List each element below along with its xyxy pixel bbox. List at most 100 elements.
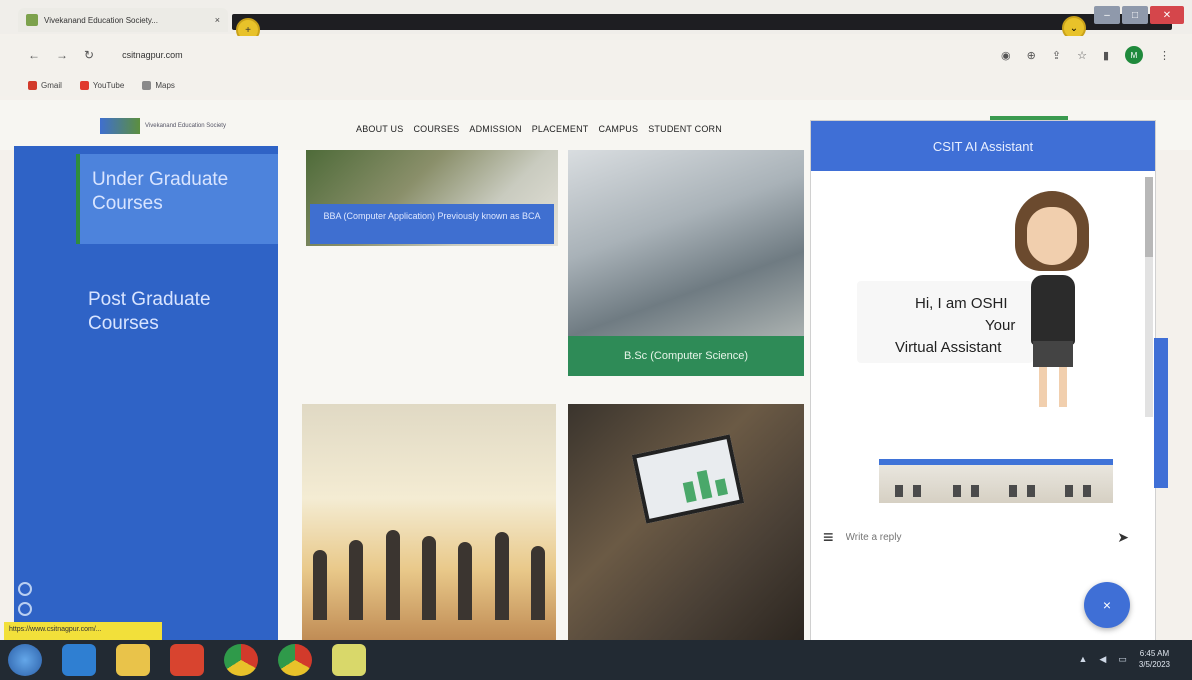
laptop-chart-bar bbox=[682, 481, 697, 503]
gmail-icon bbox=[28, 80, 37, 90]
nav-campus[interactable]: CAMPUS bbox=[599, 124, 639, 134]
bookmarks-bar: Gmail YouTube Maps bbox=[0, 74, 1192, 96]
minimize-button[interactable]: – bbox=[1094, 6, 1120, 24]
bookmark-youtube[interactable]: YouTube bbox=[79, 80, 125, 90]
building-window bbox=[1009, 485, 1017, 497]
site-logo[interactable]: Vivekanand Education Society bbox=[100, 114, 240, 138]
building-window bbox=[913, 485, 921, 497]
nav-about[interactable]: ABOUT US bbox=[356, 124, 403, 134]
building-window bbox=[953, 485, 961, 497]
browser-toolbar: ← → ↻ csitnagpur.com ◉ ⊕ ⇪ ☆ ▮ M ⋮ bbox=[0, 36, 1192, 74]
avatar-body bbox=[1031, 275, 1075, 345]
avatar-leg bbox=[1059, 367, 1067, 407]
favicon-icon bbox=[26, 14, 38, 26]
active-window-icon[interactable] bbox=[332, 644, 366, 676]
start-button-icon[interactable] bbox=[8, 644, 42, 676]
toolbar-actions: ◉ ⊕ ⇪ ☆ ▮ M ⋮ bbox=[1001, 46, 1170, 64]
volume-icon[interactable]: ◀ bbox=[1099, 654, 1106, 665]
laptop-chart-bar bbox=[714, 478, 728, 497]
nav-courses[interactable]: COURSES bbox=[413, 124, 459, 134]
system-clock[interactable]: 6:45 AM 3/5/2023 bbox=[1139, 648, 1170, 670]
youtube-icon bbox=[79, 80, 89, 90]
chat-scroll-thumb[interactable] bbox=[1145, 177, 1153, 257]
sidepanel-icon[interactable]: ▮ bbox=[1103, 49, 1109, 62]
site-nav: ABOUT US COURSES ADMISSION PLACEMENT CAM… bbox=[356, 124, 722, 134]
bookmark-gmail[interactable]: Gmail bbox=[28, 80, 62, 90]
reply-input[interactable] bbox=[845, 531, 1106, 543]
tab-close-icon[interactable]: × bbox=[215, 15, 220, 25]
share-icon[interactable]: ⇪ bbox=[1052, 49, 1061, 62]
nav-placement[interactable]: PLACEMENT bbox=[532, 124, 589, 134]
clock-time: 6:45 AM bbox=[1139, 649, 1170, 658]
person-silhouette bbox=[494, 532, 509, 620]
back-icon[interactable]: ← bbox=[28, 48, 40, 62]
greeting-line-1: Hi, I am OSHI bbox=[915, 295, 1008, 312]
bookmark-label: YouTube bbox=[92, 80, 125, 90]
person-silhouette bbox=[530, 546, 545, 620]
user-avatar[interactable]: M bbox=[1125, 46, 1143, 64]
more-menu-icon[interactable]: ⋮ bbox=[1159, 49, 1170, 62]
forward-icon[interactable]: → bbox=[56, 48, 68, 62]
maps-icon bbox=[142, 80, 152, 90]
battery-icon[interactable]: ▭ bbox=[1118, 654, 1127, 665]
internet-explorer-icon[interactable] bbox=[62, 644, 96, 676]
avatar-skirt bbox=[1033, 341, 1073, 367]
twitter-icon[interactable] bbox=[18, 602, 32, 616]
maximize-button[interactable]: □ bbox=[1122, 6, 1148, 24]
lens-icon[interactable]: ◉ bbox=[1001, 49, 1011, 62]
building-window bbox=[895, 485, 903, 497]
browser-tab[interactable]: Vivekanand Education Society... × bbox=[18, 8, 228, 32]
person-silhouette bbox=[313, 550, 328, 620]
chrome-active-icon[interactable] bbox=[278, 644, 312, 676]
bookmark-maps[interactable]: Maps bbox=[142, 80, 175, 90]
person-silhouette bbox=[385, 530, 400, 620]
people-silhouettes-image bbox=[302, 520, 556, 620]
nav-admission[interactable]: ADMISSION bbox=[469, 124, 521, 134]
nav-student-corner[interactable]: STUDENT CORN bbox=[648, 124, 722, 134]
hamburger-menu-icon[interactable]: ≡ bbox=[823, 527, 834, 548]
network-icon[interactable]: ▲ bbox=[1079, 654, 1088, 664]
page-scroll-accent bbox=[1154, 338, 1168, 488]
person-silhouette bbox=[421, 536, 436, 620]
laptop-image bbox=[631, 434, 745, 524]
reload-icon[interactable]: ↻ bbox=[84, 48, 94, 62]
courses-sidebar: Under Graduate Courses Post Graduate Cou… bbox=[14, 146, 278, 676]
send-icon[interactable]: ➤ bbox=[1117, 529, 1129, 546]
file-explorer-icon[interactable] bbox=[116, 644, 150, 676]
logo-text: Vivekanand Education Society bbox=[145, 122, 226, 129]
zoom-icon[interactable]: ⊕ bbox=[1027, 49, 1036, 62]
chat-composer: ≡ ➤ bbox=[811, 517, 1155, 557]
course-card-image-laptop[interactable] bbox=[568, 404, 804, 640]
tab-title: Vivekanand Education Society... bbox=[44, 15, 158, 25]
chat-header: CSIT AI Assistant bbox=[811, 121, 1155, 171]
taskbar-icons bbox=[8, 644, 366, 676]
assistant-avatar-icon bbox=[1007, 191, 1097, 411]
bookmark-star-icon[interactable]: ☆ bbox=[1077, 49, 1087, 62]
sidebar-item-postgraduate[interactable]: Post Graduate Courses bbox=[76, 274, 278, 350]
address-bar[interactable]: csitnagpur.com bbox=[122, 50, 183, 60]
facebook-icon[interactable] bbox=[18, 582, 32, 596]
building-window bbox=[1065, 485, 1073, 497]
browser-titlebar: Vivekanand Education Society... × + ⌄ – … bbox=[0, 0, 1192, 42]
ai-assistant-chat: CSIT AI Assistant Hi, I am OSHI Your Vir… bbox=[810, 120, 1156, 646]
campus-building-image bbox=[879, 459, 1113, 503]
close-chat-button[interactable]: × bbox=[1084, 582, 1130, 628]
sidebar-item-undergraduate[interactable]: Under Graduate Courses bbox=[76, 154, 278, 244]
bookmark-label: Gmail bbox=[41, 80, 62, 90]
clock-date: 3/5/2023 bbox=[1138, 660, 1170, 669]
avatar-leg bbox=[1039, 367, 1047, 407]
course-card-bba[interactable]: BBA (Computer Application) Previously kn… bbox=[306, 150, 558, 246]
status-url-tooltip: https://www.csitnagpur.com/... bbox=[4, 622, 162, 640]
media-player-icon[interactable] bbox=[170, 644, 204, 676]
course-grid: BBA (Computer Application) Previously kn… bbox=[278, 150, 818, 640]
chrome-icon[interactable] bbox=[224, 644, 258, 676]
windows-taskbar: ▲ ◀ ▭ 6:45 AM 3/5/2023 bbox=[0, 640, 1192, 680]
person-silhouette bbox=[458, 542, 473, 620]
bookmark-label: Maps bbox=[155, 80, 175, 90]
course-card-image-business[interactable] bbox=[302, 404, 556, 640]
building-window bbox=[1083, 485, 1091, 497]
laptop-chart-bar bbox=[696, 469, 713, 500]
system-tray: ▲ ◀ ▭ 6:45 AM 3/5/2023 bbox=[1079, 648, 1171, 670]
course-card-bsc[interactable]: B.Sc (Computer Science) bbox=[568, 150, 804, 376]
close-window-button[interactable]: ✕ bbox=[1150, 6, 1184, 24]
